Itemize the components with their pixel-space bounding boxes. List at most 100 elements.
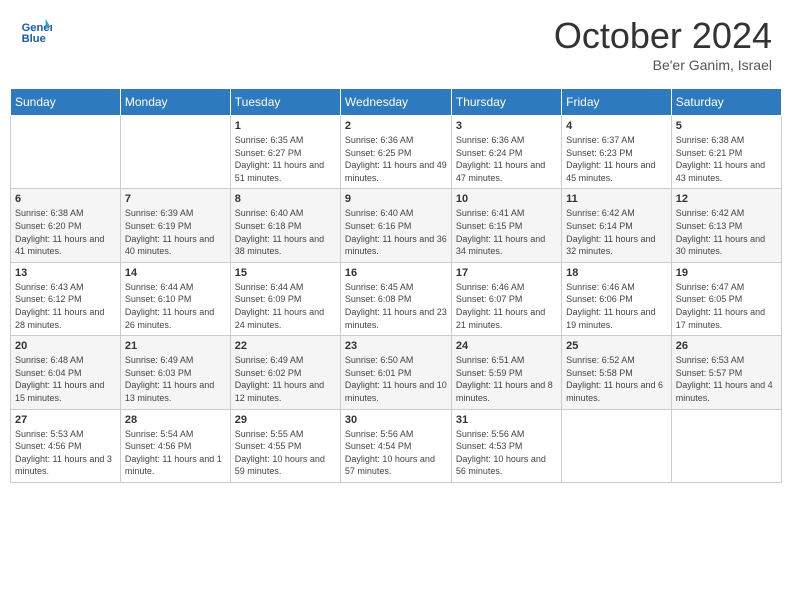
day-info: Sunrise: 6:41 AM Sunset: 6:15 PM Dayligh… [456, 207, 557, 257]
day-number: 6 [15, 193, 116, 205]
weekday-header: Monday [120, 89, 230, 116]
day-info: Sunrise: 5:54 AM Sunset: 4:56 PM Dayligh… [125, 428, 226, 478]
calendar-cell: 2 Sunrise: 6:36 AM Sunset: 6:25 PM Daylig… [340, 116, 451, 189]
day-info: Sunrise: 6:36 AM Sunset: 6:24 PM Dayligh… [456, 134, 557, 184]
calendar-body: 1Sunrise: 6:35 AM Sunset: 6:27 PM Daylig… [11, 116, 782, 483]
day-info: Sunrise: 5:56 AM Sunset: 4:53 PM Dayligh… [456, 428, 557, 478]
month-title: October 2024 [554, 15, 772, 57]
calendar-week-row: 13 Sunrise: 6:43 AM Sunset: 6:12 PM Dayli… [11, 262, 782, 335]
day-number: 7 [125, 193, 226, 205]
day-info: Sunrise: 6:36 AM Sunset: 6:25 PM Dayligh… [345, 134, 447, 184]
calendar-cell: 18 Sunrise: 6:46 AM Sunset: 6:06 PM Dayli… [562, 262, 672, 335]
day-number: 15 [235, 267, 336, 279]
day-number: 29 [235, 414, 336, 426]
calendar-cell: 22Sunrise: 6:49 AM Sunset: 6:02 PM Dayli… [230, 336, 340, 409]
day-info: Sunrise: 6:40 AM Sunset: 6:18 PM Dayligh… [235, 207, 336, 257]
day-number: 23 [345, 340, 447, 352]
calendar-cell [671, 409, 781, 482]
day-info: Sunrise: 6:42 AM Sunset: 6:13 PM Dayligh… [676, 207, 777, 257]
day-info: Sunrise: 6:51 AM Sunset: 5:59 PM Dayligh… [456, 354, 557, 404]
calendar-cell: 7 Sunrise: 6:39 AM Sunset: 6:19 PM Daylig… [120, 189, 230, 262]
calendar-cell: 29 Sunrise: 5:55 AM Sunset: 4:55 PM Dayli… [230, 409, 340, 482]
day-info: Sunrise: 6:39 AM Sunset: 6:19 PM Dayligh… [125, 207, 226, 257]
calendar-cell: 4 Sunrise: 6:37 AM Sunset: 6:23 PM Daylig… [562, 116, 672, 189]
calendar-cell: 12 Sunrise: 6:42 AM Sunset: 6:13 PM Dayli… [671, 189, 781, 262]
calendar-cell [120, 116, 230, 189]
day-info: Sunrise: 6:46 AM Sunset: 6:07 PM Dayligh… [456, 281, 557, 331]
calendar-cell: 23 Sunrise: 6:50 AM Sunset: 6:01 PM Dayli… [340, 336, 451, 409]
calendar-cell: 9 Sunrise: 6:40 AM Sunset: 6:16 PM Daylig… [340, 189, 451, 262]
title-block: October 2024 Be'er Ganim, Israel [554, 15, 772, 73]
calendar-cell: 20 Sunrise: 6:48 AM Sunset: 6:04 PM Dayli… [11, 336, 121, 409]
day-info: Sunrise: 6:49 AM Sunset: 6:03 PM Dayligh… [125, 354, 226, 404]
calendar-week-row: 6Sunrise: 6:38 AM Sunset: 6:20 PM Daylig… [11, 189, 782, 262]
day-info: Sunrise: 6:52 AM Sunset: 5:58 PM Dayligh… [566, 354, 667, 404]
calendar-cell: 3 Sunrise: 6:36 AM Sunset: 6:24 PM Daylig… [451, 116, 561, 189]
calendar-cell: 15 Sunrise: 6:44 AM Sunset: 6:09 PM Dayli… [230, 262, 340, 335]
calendar-cell: 8 Sunrise: 6:40 AM Sunset: 6:18 PM Daylig… [230, 189, 340, 262]
calendar-cell: 26 Sunrise: 6:53 AM Sunset: 5:57 PM Dayli… [671, 336, 781, 409]
day-info: Sunrise: 6:40 AM Sunset: 6:16 PM Dayligh… [345, 207, 447, 257]
day-info: Sunrise: 6:47 AM Sunset: 6:05 PM Dayligh… [676, 281, 777, 331]
calendar-cell: 13 Sunrise: 6:43 AM Sunset: 6:12 PM Dayli… [11, 262, 121, 335]
calendar-cell [11, 116, 121, 189]
calendar-cell: 1Sunrise: 6:35 AM Sunset: 6:27 PM Daylig… [230, 116, 340, 189]
day-info: Sunrise: 6:50 AM Sunset: 6:01 PM Dayligh… [345, 354, 447, 404]
day-number: 8 [235, 193, 336, 205]
calendar-header-row: SundayMondayTuesdayWednesdayThursdayFrid… [11, 89, 782, 116]
calendar-cell [562, 409, 672, 482]
location: Be'er Ganim, Israel [554, 57, 772, 73]
logo: General Blue [20, 15, 56, 47]
day-number: 16 [345, 267, 447, 279]
day-number: 21 [125, 340, 226, 352]
calendar-cell: 25 Sunrise: 6:52 AM Sunset: 5:58 PM Dayli… [562, 336, 672, 409]
day-info: Sunrise: 5:55 AM Sunset: 4:55 PM Dayligh… [235, 428, 336, 478]
day-number: 10 [456, 193, 557, 205]
day-info: Sunrise: 6:44 AM Sunset: 6:10 PM Dayligh… [125, 281, 226, 331]
day-number: 17 [456, 267, 557, 279]
calendar-week-row: 27 Sunrise: 5:53 AM Sunset: 4:56 PM Dayli… [11, 409, 782, 482]
day-number: 18 [566, 267, 667, 279]
day-number: 12 [676, 193, 777, 205]
day-number: 13 [15, 267, 116, 279]
calendar-cell: 30Sunrise: 5:56 AM Sunset: 4:54 PM Dayli… [340, 409, 451, 482]
day-info: Sunrise: 6:46 AM Sunset: 6:06 PM Dayligh… [566, 281, 667, 331]
calendar-cell: 24Sunrise: 6:51 AM Sunset: 5:59 PM Dayli… [451, 336, 561, 409]
calendar-table: SundayMondayTuesdayWednesdayThursdayFrid… [10, 88, 782, 483]
calendar-cell: 17 Sunrise: 6:46 AM Sunset: 6:07 PM Dayli… [451, 262, 561, 335]
day-number: 20 [15, 340, 116, 352]
day-info: Sunrise: 6:48 AM Sunset: 6:04 PM Dayligh… [15, 354, 116, 404]
day-number: 11 [566, 193, 667, 205]
day-number: 3 [456, 120, 557, 132]
calendar-week-row: 1Sunrise: 6:35 AM Sunset: 6:27 PM Daylig… [11, 116, 782, 189]
day-number: 14 [125, 267, 226, 279]
day-info: Sunrise: 6:44 AM Sunset: 6:09 PM Dayligh… [235, 281, 336, 331]
day-number: 5 [676, 120, 777, 132]
page-header: General Blue October 2024 Be'er Ganim, I… [10, 10, 782, 78]
day-info: Sunrise: 6:43 AM Sunset: 6:12 PM Dayligh… [15, 281, 116, 331]
day-number: 2 [345, 120, 447, 132]
weekday-header: Thursday [451, 89, 561, 116]
calendar-cell: 21 Sunrise: 6:49 AM Sunset: 6:03 PM Dayli… [120, 336, 230, 409]
weekday-header: Tuesday [230, 89, 340, 116]
day-number: 1 [235, 120, 336, 132]
day-info: Sunrise: 6:45 AM Sunset: 6:08 PM Dayligh… [345, 281, 447, 331]
calendar-week-row: 20 Sunrise: 6:48 AM Sunset: 6:04 PM Dayli… [11, 336, 782, 409]
day-info: Sunrise: 6:53 AM Sunset: 5:57 PM Dayligh… [676, 354, 777, 404]
day-info: Sunrise: 5:56 AM Sunset: 4:54 PM Dayligh… [345, 428, 447, 478]
calendar-cell: 5 Sunrise: 6:38 AM Sunset: 6:21 PM Daylig… [671, 116, 781, 189]
weekday-header: Friday [562, 89, 672, 116]
day-number: 4 [566, 120, 667, 132]
day-number: 26 [676, 340, 777, 352]
day-number: 9 [345, 193, 447, 205]
day-number: 25 [566, 340, 667, 352]
day-info: Sunrise: 6:42 AM Sunset: 6:14 PM Dayligh… [566, 207, 667, 257]
day-number: 31 [456, 414, 557, 426]
day-number: 27 [15, 414, 116, 426]
day-info: Sunrise: 6:38 AM Sunset: 6:21 PM Dayligh… [676, 134, 777, 184]
calendar-cell: 6Sunrise: 6:38 AM Sunset: 6:20 PM Daylig… [11, 189, 121, 262]
calendar-cell: 27 Sunrise: 5:53 AM Sunset: 4:56 PM Dayli… [11, 409, 121, 482]
weekday-header: Wednesday [340, 89, 451, 116]
day-info: Sunrise: 5:53 AM Sunset: 4:56 PM Dayligh… [15, 428, 116, 478]
day-info: Sunrise: 6:37 AM Sunset: 6:23 PM Dayligh… [566, 134, 667, 184]
